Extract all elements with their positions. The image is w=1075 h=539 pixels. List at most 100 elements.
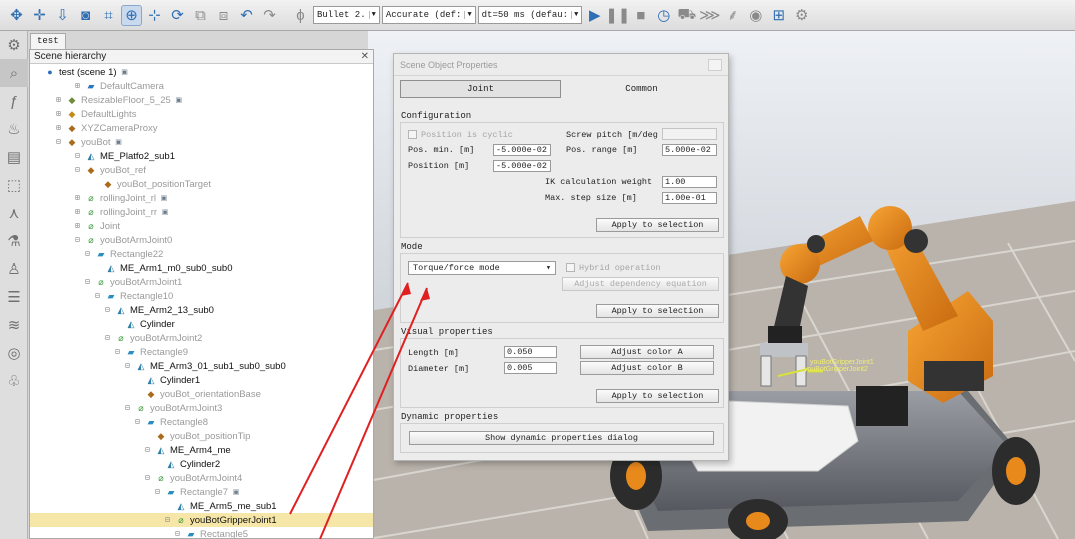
tree-item[interactable]: ⊟ ◭ ME_Platfo2_sub1 [75,149,175,163]
adjust-color-b-button[interactable]: Adjust color B [580,361,714,375]
tree-item[interactable]: ⊟ ▰ Rectangle10 [95,289,173,303]
thread-icon[interactable]: ⸙ [722,5,743,26]
function-icon[interactable]: ƒ [0,87,28,115]
expand-toggle-icon[interactable]: ⊞ [56,123,66,133]
expand-toggle-icon[interactable]: ⊞ [75,221,85,231]
expand-toggle-icon[interactable]: ⊟ [155,487,165,497]
tree-item[interactable]: ◭ ME_Arm5_me_sub1 [165,499,277,513]
slow-down-icon[interactable]: ⛟ [676,5,697,26]
speed-up-icon[interactable]: ⋙ [699,5,720,26]
redo-icon[interactable]: ↷ [259,5,280,26]
expand-toggle-icon[interactable]: ⊟ [85,249,95,259]
hybrid-checkbox[interactable] [566,263,575,272]
script-icon[interactable]: ▣ [173,95,185,106]
expand-toggle-icon[interactable]: ⊟ [115,347,125,357]
expand-toggle-icon[interactable]: ⊞ [56,109,66,119]
expand-toggle-icon[interactable]: ⊟ [145,473,155,483]
select-object-icon[interactable]: ⊕ [121,4,142,26]
tree-item[interactable]: ⊞ ◆ ResizableFloor_5_25 ▣ [56,93,188,107]
user-settings-icon[interactable]: ♧ [0,367,28,395]
expand-toggle-icon[interactable]: ⊟ [105,305,115,315]
length-field[interactable]: 0.050 [504,346,557,358]
down-arrow-icon[interactable]: ⇩ [52,5,73,26]
script-icon[interactable]: ▣ [158,193,170,204]
expand-toggle-icon[interactable]: ⊟ [165,515,175,525]
script-icon[interactable]: ▣ [119,67,131,78]
visibility-eye-icon[interactable]: ◉ [745,5,766,26]
ik-weight-field[interactable]: 1.00 [662,176,717,188]
tab-common[interactable]: Common [561,80,722,98]
expand-toggle-icon[interactable]: ⊟ [105,333,115,343]
tree-item[interactable]: ⊞ ⌀ Joint [75,219,120,233]
tree-item[interactable]: ⊟ ▰ Rectangle22 [85,247,163,261]
scene-tab[interactable]: test [30,33,66,49]
screw-pitch-field[interactable] [662,128,717,140]
max-step-field[interactable]: 1.00e-01 [662,192,717,204]
expand-toggle-icon[interactable]: ⊟ [85,277,95,287]
object-rotate-icon[interactable]: ⟳ [167,5,188,26]
tab-joint[interactable]: Joint [400,80,561,98]
assemble-icon[interactable]: ⧉ [190,5,211,26]
tree-item[interactable]: ◆ youBot_orientationBase [135,387,261,401]
undo-icon[interactable]: ↶ [236,5,257,26]
tree-item[interactable]: ◭ ME_Arm1_m0_sub0_sub0 [95,261,233,275]
expand-toggle-icon[interactable]: ⊟ [75,165,85,175]
pause-icon[interactable]: ❚❚ [605,5,630,26]
page-layout-icon[interactable]: ⊞ [768,5,789,26]
film-icon[interactable]: ◎ [0,339,28,367]
tree-item[interactable]: ⊟ ▰ Rectangle5 [175,527,248,539]
expand-toggle-icon[interactable]: ⊟ [75,235,85,245]
accuracy-combo[interactable]: Accurate (def: ▼ [381,6,476,24]
dynamics-toggle-icon[interactable]: ϕ [290,5,311,26]
apply-mode-button[interactable]: Apply to selection [596,304,719,318]
person-icon[interactable]: ♙ [0,255,28,283]
script-icon[interactable]: ▣ [159,207,171,218]
tree-item[interactable]: ◆ youBot_positionTarget [92,177,211,191]
tree-item[interactable]: ⊟ ▰ Rectangle7 ▣ [155,485,245,499]
tree-item[interactable]: ⊟ ⌀ youBotArmJoint1 [85,275,182,289]
script-icon[interactable]: ▣ [230,487,242,498]
expand-toggle-icon[interactable]: ⊞ [56,95,66,105]
expand-toggle-icon[interactable]: ⊞ [75,81,85,91]
play-icon[interactable]: ▶ [584,5,605,26]
realtime-clock-icon[interactable]: ◷ [653,5,674,26]
expand-toggle-icon[interactable]: ⊟ [145,445,155,455]
diameter-field[interactable]: 0.005 [504,362,557,374]
expand-toggle-icon[interactable]: ⊟ [75,151,85,161]
tree-item[interactable]: ⊟ ◆ youBot ▣ [56,135,128,149]
timestep-combo[interactable]: dt=50 ms (defau: ▼ [477,6,583,24]
tree-item[interactable]: ⊟ ◆ youBot_ref [75,163,146,177]
expand-toggle-icon[interactable]: ⊟ [56,137,66,147]
tree-item[interactable]: ⊞ ◆ DefaultLights [56,107,136,121]
position-field[interactable]: -5.000e-02 [493,160,551,172]
dialog-titlebar[interactable]: Scene Object Properties [394,54,728,76]
expand-toggle-icon[interactable]: ⊟ [175,529,185,538]
script-icon[interactable]: ▣ [113,137,125,148]
object-shift-icon[interactable]: ⊹ [144,5,165,26]
path-planning-icon[interactable]: ⋏ [0,199,28,227]
adjust-color-a-button[interactable]: Adjust color A [580,345,714,359]
gear-icon[interactable]: ⚙ [0,31,28,59]
stop-icon[interactable]: ■ [630,5,651,26]
tree-item[interactable]: ⊟ ▰ Rectangle9 [115,345,188,359]
adjust-dependency-button[interactable]: Adjust dependency equation [562,277,719,291]
tree-item[interactable]: ⊟ ◭ ME_Arm3_01_sub1_sub0_sub0 [125,359,286,373]
expand-toggle-icon[interactable]: ⊞ [75,193,85,203]
move-icon[interactable]: ✥ [6,5,27,26]
list-icon[interactable]: ☰ [0,283,28,311]
transfer-dna-icon[interactable]: ⧈ [213,5,234,26]
tree-item[interactable]: ⊞ ⌀ rollingJoint_rl ▣ [75,191,173,205]
tree-item[interactable]: ⊟ ⌀ youBotArmJoint2 [105,331,202,345]
collection-icon[interactable]: ⬚ [0,171,28,199]
expand-toggle-icon[interactable]: ⊟ [125,403,135,413]
tree-item[interactable]: ⊟ ◭ ME_Arm4_me [145,443,231,457]
tree-item[interactable]: ⊞ ⌀ rollingJoint_rr ▣ [75,205,174,219]
tree-item[interactable]: ⊞ ◆ XYZCameraProxy [56,121,158,135]
physics-engine-combo[interactable]: Bullet 2. ▼ [313,6,380,24]
search-icon[interactable]: ⌕ [0,59,28,87]
close-icon[interactable]: ✕ [361,51,369,62]
cyclic-checkbox[interactable] [408,130,417,139]
tree-item[interactable]: ◭ Cylinder2 [155,457,221,471]
tree-item[interactable]: ⊟ ⌀ youBotArmJoint3 [125,401,222,415]
joint-mode-select[interactable]: Torque/force mode ▾ [408,261,556,275]
